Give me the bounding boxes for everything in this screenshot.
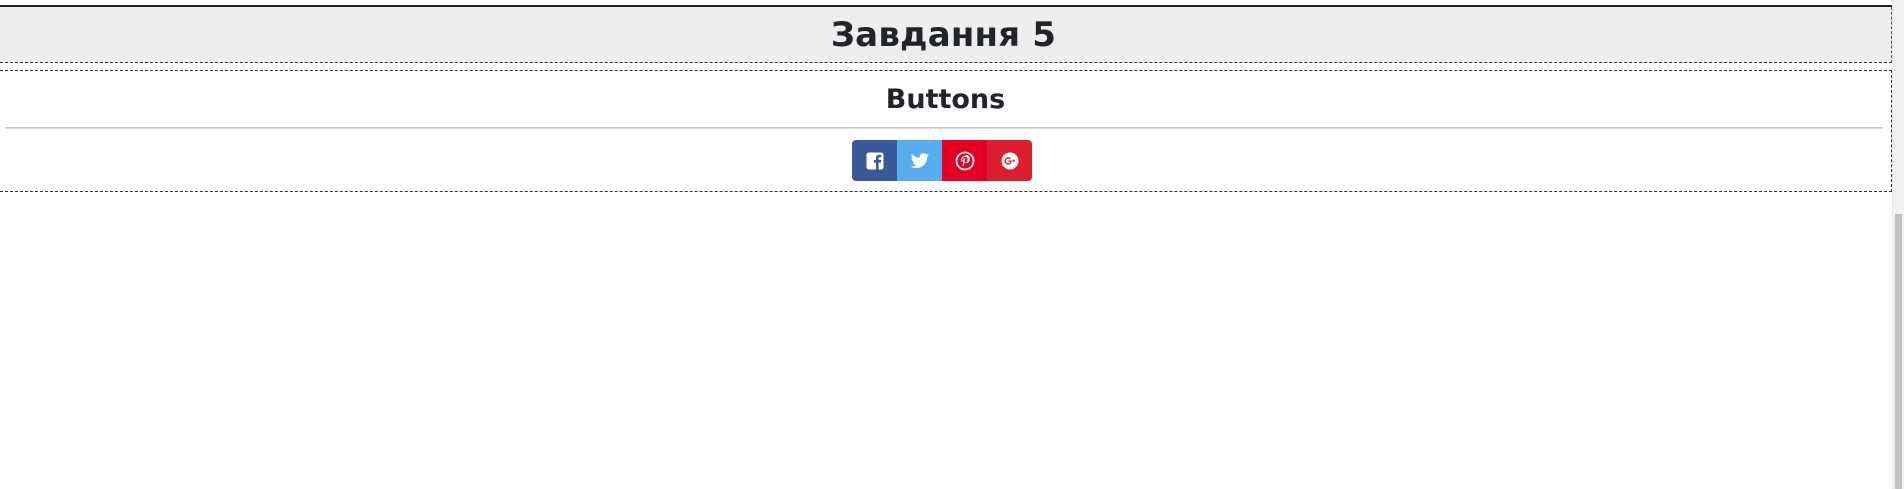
twitter-button[interactable] [897, 140, 942, 181]
content-area: Завдання 5 Buttons [0, 0, 1893, 489]
twitter-icon [910, 151, 930, 171]
pinterest-button[interactable] [942, 140, 987, 181]
section-divider [5, 127, 1883, 129]
buttons-section: Buttons [0, 70, 1892, 192]
social-button-group [852, 140, 1032, 181]
facebook-icon [865, 151, 885, 171]
pinterest-icon [955, 151, 975, 171]
task-header: Завдання 5 [0, 7, 1892, 63]
google-plus-button[interactable] [987, 140, 1032, 181]
facebook-button[interactable] [852, 140, 897, 181]
page: Завдання 5 Buttons [0, 0, 1904, 489]
google-plus-icon [1000, 151, 1020, 171]
section-title: Buttons [885, 84, 1006, 115]
scrollbar-thumb[interactable] [1895, 214, 1902, 489]
task-title: Завдання 5 [830, 14, 1057, 55]
vertical-scrollbar[interactable] [1892, 0, 1904, 489]
